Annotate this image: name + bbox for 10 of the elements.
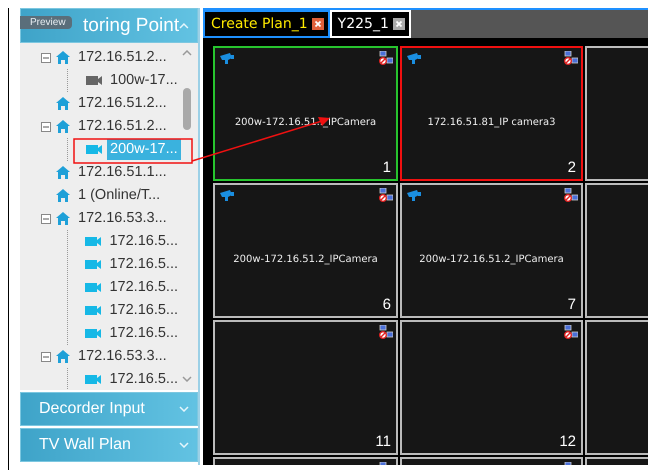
window-number: 1 bbox=[382, 159, 391, 176]
window-number: 11 bbox=[375, 433, 391, 450]
window-number: 7 bbox=[568, 296, 576, 313]
window-number: 12 bbox=[559, 433, 576, 450]
camera-name: 200w-172.16.51.2_IPCamera bbox=[233, 254, 378, 265]
camera-name: 172.16.51.81_IP camera3 bbox=[427, 117, 556, 128]
window-number: 2 bbox=[568, 159, 576, 176]
preview-tooltip: Preview bbox=[20, 16, 72, 29]
camera-name: 200w-172.16.51.2_IPCamera bbox=[419, 254, 564, 265]
window-number: 6 bbox=[382, 296, 391, 313]
